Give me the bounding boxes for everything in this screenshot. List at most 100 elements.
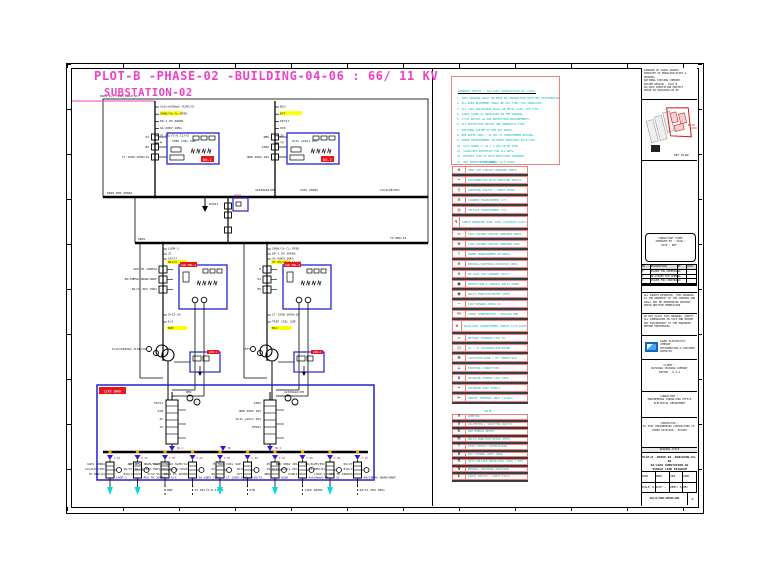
svg-text:2000/1A CL:5P20: 2000/1A CL:5P20 [272, 247, 299, 251]
svg-text:TO RMU-01: TO RMU-01 [390, 236, 406, 240]
svg-text:50/51: 50/51 [254, 476, 263, 480]
svg-text:79: 79 [266, 467, 270, 471]
svg-text:F-01: F-01 [114, 456, 121, 460]
svg-text:67N: 67N [250, 488, 256, 492]
svg-text:40/50MVA ONAN/ONAF: 40/50MVA ONAN/ONAF [364, 476, 397, 480]
svg-text:F-04: F-04 [197, 456, 204, 460]
svg-text:RMU: RMU [264, 135, 270, 139]
svg-text:630A: 630A [281, 476, 288, 480]
svg-text:87T: 87T [245, 347, 251, 351]
svg-text:79: 79 [159, 425, 163, 429]
svg-text:11KV 2000A: 11KV 2000A [87, 462, 105, 466]
svg-text:67N: 67N [158, 409, 164, 413]
svg-text:25: 25 [266, 462, 270, 466]
svg-text:89: 89 [257, 287, 261, 291]
svg-text:CT 1500-1000/1A: CT 1500-1000/1A [272, 313, 299, 317]
svg-text:50/51: 50/51 [154, 401, 163, 405]
svg-text:89: 89 [145, 145, 149, 149]
svg-text:M: M [213, 462, 215, 466]
svg-text:OLTC ±10x1.25%: OLTC ±10x1.25% [292, 139, 317, 143]
svg-text:DYN11: DYN11 [288, 472, 297, 476]
svg-text:BCU: BCU [272, 326, 278, 330]
svg-text:89-1 DS 2000A: 89-1 DS 2000A [272, 252, 296, 256]
svg-text:86-2: 86-2 [275, 446, 282, 450]
svg-text:TRIP COIL SUP.: TRIP COIL SUP. [272, 320, 297, 324]
svg-text:4x630mm2/PH: 4x630mm2/PH [284, 390, 304, 394]
svg-text:59/27: 59/27 [343, 462, 352, 466]
svg-text:NER 400A 10S: NER 400A 10S [276, 462, 298, 466]
svg-text:TO RMU-01: TO RMU-01 [89, 472, 105, 476]
svg-text:F-10: F-10 [362, 456, 369, 460]
svg-text:Z=12.5%: Z=12.5% [168, 313, 181, 317]
svg-text:LOOP-1: LOOP-1 [116, 476, 127, 480]
svg-text:3x1Cx630mm2 XLPE/CU: 3x1Cx630mm2 XLPE/CU [153, 462, 188, 466]
svg-text:66/11.5KV YNd1: 66/11.5KV YNd1 [360, 488, 385, 492]
svg-text:CU/XLPE/PVC: CU/XLPE/PVC [305, 462, 325, 466]
svg-text:OLTC ±10x1.25%: OLTC ±10x1.25% [236, 417, 261, 421]
svg-text:AVR-1: AVR-1 [209, 350, 217, 354]
svg-text:KWH: KWH [167, 488, 173, 492]
svg-text:3x1Cx630mm2 XLPE/CU: 3x1Cx630mm2 XLPE/CU [160, 105, 195, 109]
svg-text:66/11.5KV YNd1: 66/11.5KV YNd1 [135, 467, 160, 471]
svg-text:KWH: KWH [168, 326, 174, 330]
svg-text:89: 89 [211, 472, 215, 476]
svg-text:87T: 87T [237, 472, 243, 476]
svg-text:2000/1A CL:5P20: 2000/1A CL:5P20 [160, 467, 187, 471]
svg-text:M: M [259, 267, 261, 271]
svg-text:89-1 DS 2000A: 89-1 DS 2000A [160, 119, 184, 123]
svg-text:RMU: RMU [265, 472, 271, 476]
svg-text:21: 21 [336, 476, 340, 480]
svg-text:11KV 2000A: 11KV 2000A [305, 488, 323, 492]
svg-text:52: 52 [145, 135, 149, 139]
svg-text:F-06: F-06 [252, 456, 259, 460]
svg-text:DYN11: DYN11 [209, 202, 218, 206]
svg-text:4x630mm2/PH: 4x630mm2/PH [255, 188, 275, 192]
svg-text:630A: 630A [254, 401, 261, 405]
svg-text:52: 52 [211, 467, 215, 471]
svg-text:66/11.5KV YNd1: 66/11.5KV YNd1 [132, 287, 157, 291]
svg-text:11KV SWGR: 11KV SWGR [104, 389, 121, 393]
svg-text:81U/O: 81U/O [343, 467, 352, 471]
drawing-subtitle-text: SUBSTATION-02 [104, 87, 193, 99]
svg-text:CU/XLPE/PVC: CU/XLPE/PVC [85, 467, 105, 471]
drawing-title-text: PLOT-B -PHASE-02 -BUILDING-04-06 : 66/ 1… [94, 69, 439, 83]
svg-text:LOOP-1: LOOP-1 [168, 247, 179, 251]
svg-text:59/27: 59/27 [123, 467, 132, 471]
svg-text:89BT: 89BT [234, 194, 241, 198]
svg-text:RMU: RMU [186, 390, 192, 394]
svg-text:86-1: 86-1 [203, 158, 212, 162]
svg-text:AVR-2: AVR-2 [313, 350, 321, 354]
svg-text:C&R PNL-1: C&R PNL-1 [181, 263, 196, 267]
svg-text:79: 79 [280, 141, 284, 145]
svg-text:TRIP COIL SUP.: TRIP COIL SUP. [172, 139, 197, 143]
svg-text:F-08: F-08 [307, 456, 314, 460]
svg-text:SA 60KV 10KA: SA 60KV 10KA [160, 126, 182, 130]
svg-text:89-1 DS 2000A: 89-1 DS 2000A [164, 472, 188, 476]
svg-text:E/S: E/S [171, 476, 177, 480]
svg-text:E/S: E/S [168, 320, 174, 324]
drawing-sheet: PLOT-B -PHASE-02 -BUILDING-04-06 : 66/ 1… [0, 0, 768, 576]
svg-text:M: M [160, 141, 162, 145]
svg-text:F-07: F-07 [279, 456, 286, 460]
svg-text:66KV: 66KV [138, 237, 145, 241]
svg-text:81U/O: 81U/O [168, 260, 177, 264]
svg-text:2000/1A CL:5P20: 2000/1A CL:5P20 [160, 112, 187, 116]
svg-text:25: 25 [159, 417, 163, 421]
svg-text:87T: 87T [280, 112, 286, 116]
svg-text:50/51: 50/51 [280, 119, 289, 123]
svg-text:BCU: BCU [237, 467, 243, 471]
svg-text:BC: BC [228, 446, 232, 450]
svg-text:86-2: 86-2 [323, 158, 332, 162]
svg-text:F-09: F-09 [334, 456, 341, 460]
svg-text:CU/XLPE/PVC: CU/XLPE/PVC [380, 188, 400, 192]
svg-text:LOOP-1: LOOP-1 [314, 472, 325, 476]
svg-text:11KV 2000A: 11KV 2000A [300, 188, 318, 192]
svg-text:3x1Cx630mm2 XLPE/CU: 3x1Cx630mm2 XLPE/CU [112, 347, 147, 351]
svg-text:52: 52 [257, 277, 261, 281]
svg-text:C&R PNL-2: C&R PNL-2 [285, 263, 300, 267]
svg-text:BCU: BCU [280, 105, 286, 109]
svg-text:40/50MVA ONAN/ONAF: 40/50MVA ONAN/ONAF [124, 277, 157, 281]
svg-text:DYN11: DYN11 [252, 425, 261, 429]
svg-text:TO RMU-01: TO RMU-01 [309, 467, 325, 471]
svg-text:TRIP COIL SUP.: TRIP COIL SUP. [217, 462, 242, 466]
